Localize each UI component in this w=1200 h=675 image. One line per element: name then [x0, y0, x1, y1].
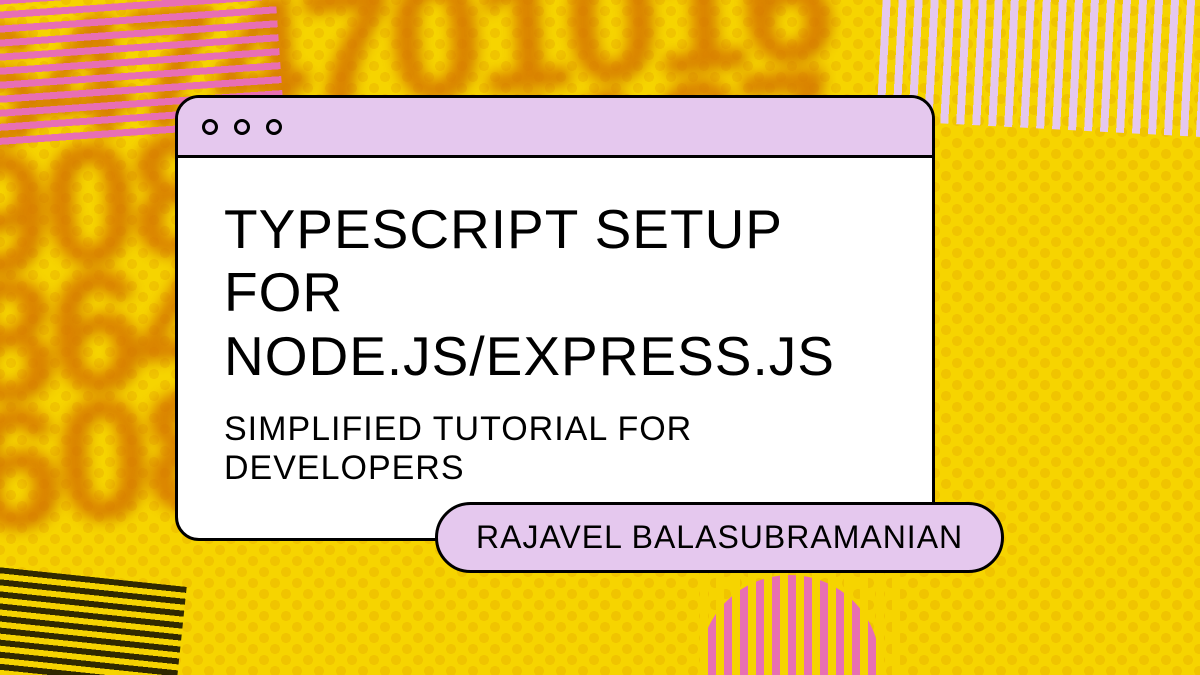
- subtitle: SIMPLIFIED TUTORIAL FOR DEVELOPERS: [224, 410, 886, 488]
- window-dot-icon: [234, 119, 250, 135]
- window-content: TYPESCRIPT SETUP FOR NODE.JS/EXPRESS.JS …: [178, 158, 932, 538]
- stripes-bottom-right: [700, 565, 900, 675]
- main-title: TYPESCRIPT SETUP FOR NODE.JS/EXPRESS.JS: [224, 198, 886, 388]
- author-name: RAJAVEL BALASUBRAMANIAN: [476, 519, 963, 556]
- window-dot-icon: [266, 119, 282, 135]
- author-badge: RAJAVEL BALASUBRAMANIAN: [435, 502, 1004, 573]
- window-titlebar: [178, 98, 932, 158]
- window-dot-icon: [202, 119, 218, 135]
- browser-window: TYPESCRIPT SETUP FOR NODE.JS/EXPRESS.JS …: [175, 95, 935, 541]
